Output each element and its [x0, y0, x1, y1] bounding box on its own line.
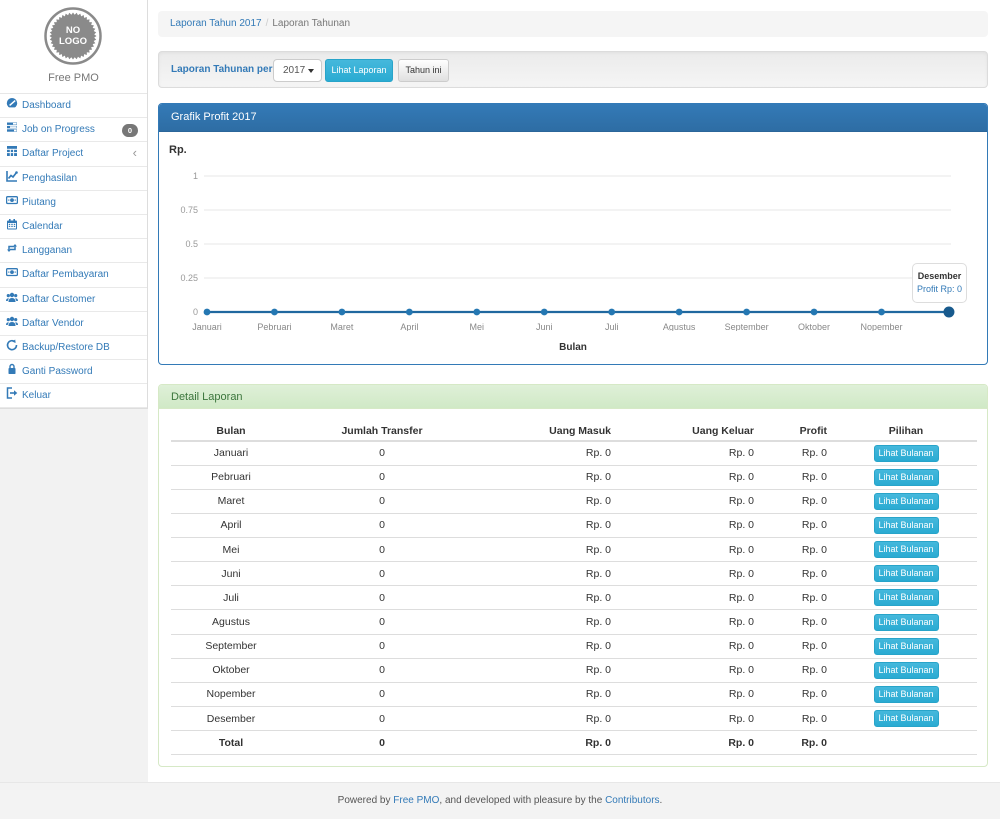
svg-text:April: April: [400, 322, 418, 331]
svg-text:LOGO: LOGO: [59, 36, 87, 47]
svg-text:1: 1: [193, 171, 198, 181]
svg-text:Maret: Maret: [330, 322, 354, 331]
svg-text:NO: NO: [66, 25, 80, 36]
svg-text:Nopember: Nopember: [860, 322, 902, 331]
svg-text:September: September: [725, 322, 769, 331]
svg-text:Agustus: Agustus: [663, 322, 696, 331]
svg-text:Juni: Juni: [536, 322, 553, 331]
svg-text:Mei: Mei: [470, 322, 485, 331]
svg-text:Oktober: Oktober: [798, 322, 830, 331]
svg-text:Juli: Juli: [605, 322, 619, 331]
svg-text:Pebruari: Pebruari: [257, 322, 291, 331]
svg-text:0.25: 0.25: [180, 273, 198, 283]
svg-text:0.5: 0.5: [185, 239, 198, 249]
svg-text:0.75: 0.75: [180, 205, 198, 215]
svg-text:0: 0: [193, 307, 198, 317]
svg-text:Januari: Januari: [192, 322, 222, 331]
